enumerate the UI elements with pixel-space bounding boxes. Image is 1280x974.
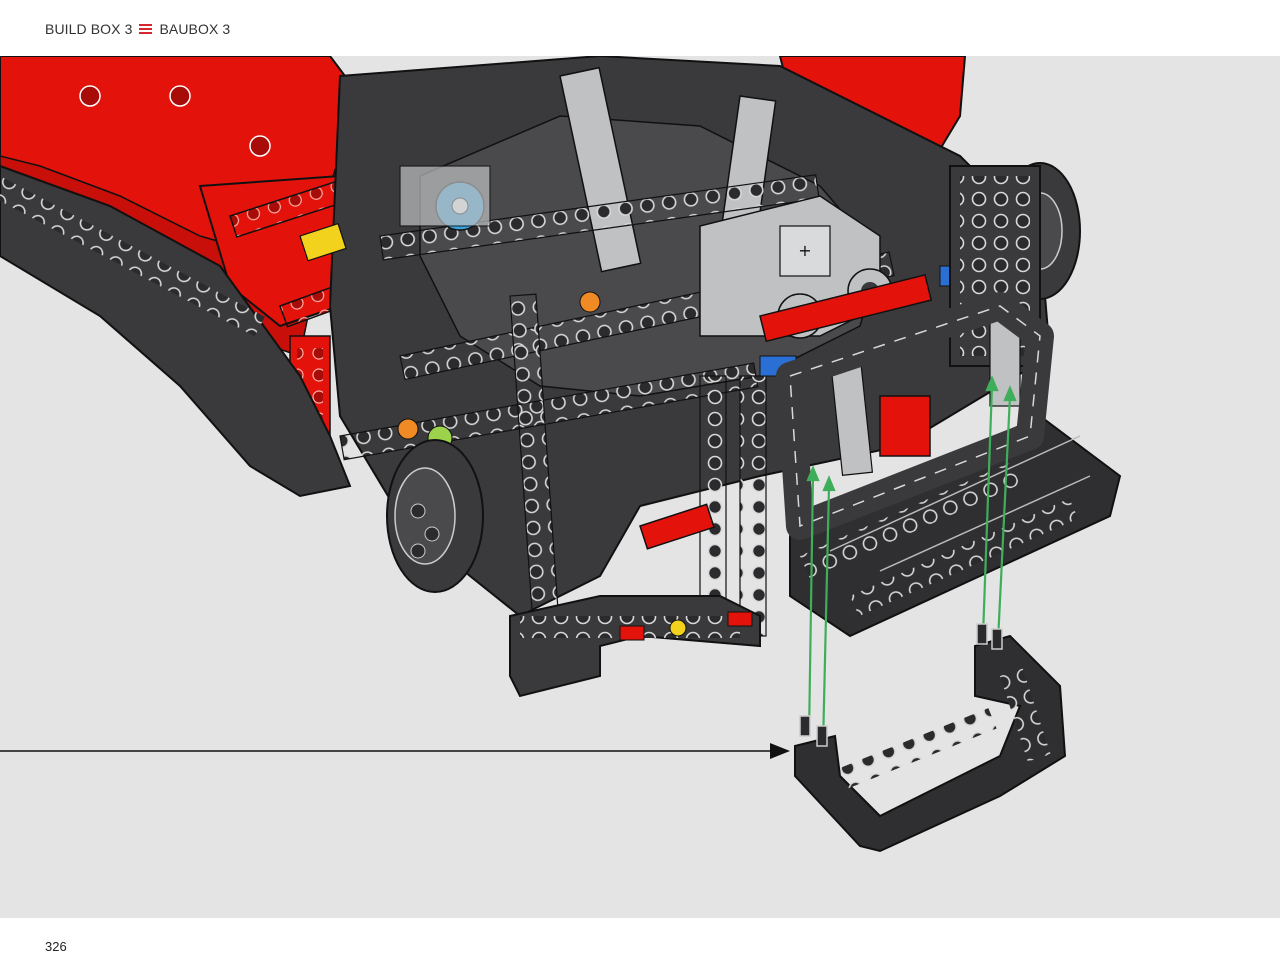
build-box-label: BUILD BOX 3 [45, 21, 133, 37]
arrow-callout-icon [0, 743, 790, 759]
page-footer: 326 [0, 918, 1280, 974]
page-number: 326 [45, 939, 67, 954]
lower-front-frame [509, 595, 761, 698]
loose-l-beam-part [794, 623, 1067, 853]
build-step-illustration: + [0, 56, 1280, 918]
svg-text:+: + [798, 241, 811, 260]
separator-icon [139, 24, 153, 34]
page-header: BUILD BOX 3 BAUBOX 3 [0, 0, 1280, 56]
build-box-breadcrumb: BUILD BOX 3 BAUBOX 3 [45, 21, 230, 37]
left-wheel-hub [386, 439, 484, 593]
chassis-assembly-drawing: + [0, 56, 1122, 853]
baubox-label: BAUBOX 3 [159, 21, 231, 37]
